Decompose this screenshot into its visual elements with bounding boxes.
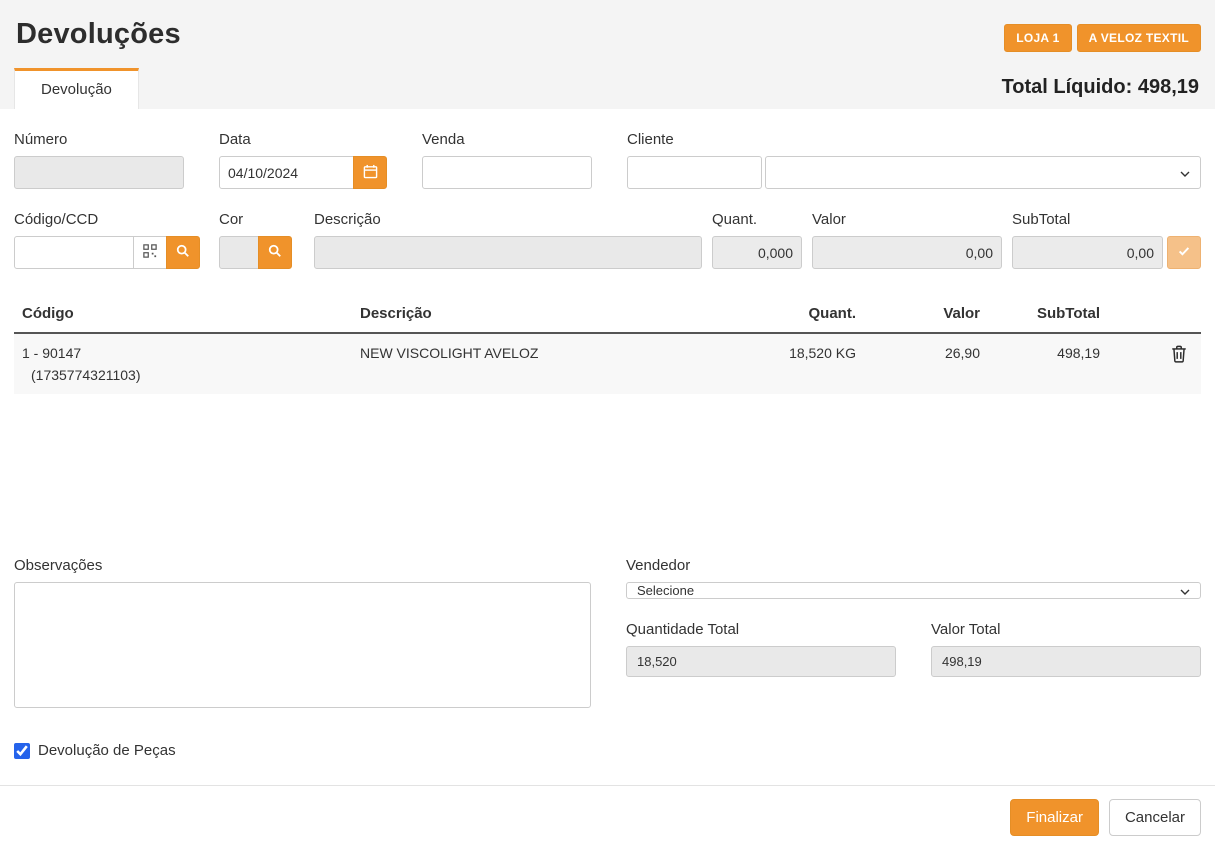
chevron-down-icon xyxy=(1180,583,1190,598)
total-liquido: Total Líquido: 498,19 xyxy=(1002,76,1201,109)
observacoes-textarea[interactable] xyxy=(14,582,591,708)
quant-label: Quant. xyxy=(712,211,802,228)
lower-section: Observações Vendedor Selecione Quantidad… xyxy=(14,557,1201,708)
valor-total-input xyxy=(931,646,1201,677)
devolucao-pecas-checkbox[interactable] xyxy=(14,743,30,759)
devolucao-pecas-label: Devolução de Peças xyxy=(38,742,176,759)
items-table: Código Descrição Quant. Valor SubTotal 1… xyxy=(14,297,1201,549)
header-buttons: LOJA 1 A VELOZ TEXTIL xyxy=(1004,18,1201,52)
data-input[interactable] xyxy=(219,156,354,189)
numero-label: Número xyxy=(14,131,184,148)
cell-descricao: NEW VISCOLIGHT AVELOZ xyxy=(352,334,752,372)
search-icon xyxy=(268,244,282,261)
cell-codigo: 1 - 90147 (1735774321103) xyxy=(14,334,352,394)
subtotal-label: SubTotal xyxy=(1012,211,1201,228)
chevron-down-icon xyxy=(1180,165,1190,180)
quantidade-total-label: Quantidade Total xyxy=(626,621,896,638)
cell-subtotal: 498,19 xyxy=(988,334,1108,372)
numero-input xyxy=(14,156,184,189)
calendar-button[interactable] xyxy=(353,156,387,189)
cliente-select[interactable] xyxy=(765,156,1201,189)
cor-label: Cor xyxy=(219,211,292,228)
footer-actions: Finalizar Cancelar xyxy=(0,785,1215,845)
trash-icon xyxy=(1171,351,1187,366)
barcode-button[interactable] xyxy=(133,236,167,269)
barcode-icon xyxy=(143,244,157,261)
venda-input[interactable] xyxy=(422,156,592,189)
vendedor-label: Vendedor xyxy=(626,557,1201,574)
vendedor-select-value: Selecione xyxy=(637,583,694,598)
main-content: Número Data xyxy=(0,131,1215,759)
page-title: Devoluções xyxy=(16,18,181,51)
cliente-input[interactable] xyxy=(627,156,762,189)
calendar-icon xyxy=(363,164,378,182)
descricao-input xyxy=(314,236,702,269)
confirm-item-button[interactable] xyxy=(1167,236,1201,269)
cancelar-button[interactable]: Cancelar xyxy=(1109,799,1201,836)
valor-label: Valor xyxy=(812,211,1002,228)
store-button[interactable]: LOJA 1 xyxy=(1004,24,1071,52)
delete-row-button[interactable] xyxy=(1171,345,1187,363)
check-icon xyxy=(1177,244,1191,261)
tab-devolucao[interactable]: Devolução xyxy=(14,68,139,109)
codigo-ccd-input[interactable] xyxy=(14,236,134,269)
cor-search-button[interactable] xyxy=(258,236,292,269)
form-row-1: Número Data xyxy=(14,131,1201,189)
top-area: Devoluções LOJA 1 A VELOZ TEXTIL Devoluç… xyxy=(0,0,1215,109)
data-label: Data xyxy=(219,131,387,148)
codigo-line2: (1735774321103) xyxy=(22,367,344,383)
codigo-ccd-label: Código/CCD xyxy=(14,211,200,228)
subtotal-input xyxy=(1012,236,1163,269)
cell-valor: 26,90 xyxy=(864,334,988,372)
search-icon xyxy=(176,244,190,261)
cliente-label: Cliente xyxy=(627,131,1201,148)
codigo-line1: 1 - 90147 xyxy=(22,345,344,361)
col-codigo: Código xyxy=(14,297,352,332)
valor-total-label: Valor Total xyxy=(931,621,1201,638)
col-valor: Valor xyxy=(864,297,988,332)
descricao-label: Descrição xyxy=(314,211,702,228)
quant-input xyxy=(712,236,802,269)
company-button[interactable]: A VELOZ TEXTIL xyxy=(1077,24,1201,52)
table-row: 1 - 90147 (1735774321103) NEW VISCOLIGHT… xyxy=(14,334,1201,394)
cor-input xyxy=(219,236,259,269)
page-header: Devoluções LOJA 1 A VELOZ TEXTIL xyxy=(14,18,1201,52)
vendedor-select[interactable]: Selecione xyxy=(626,582,1201,599)
cell-quant: 18,520 KG xyxy=(752,334,864,372)
codigo-search-button[interactable] xyxy=(166,236,200,269)
form-row-2: Código/CCD xyxy=(14,211,1201,269)
col-actions xyxy=(1108,297,1201,315)
venda-label: Venda xyxy=(422,131,592,148)
col-descricao: Descrição xyxy=(352,297,752,332)
table-header: Código Descrição Quant. Valor SubTotal xyxy=(14,297,1201,334)
finalizar-button[interactable]: Finalizar xyxy=(1010,799,1099,836)
tab-bar: Devolução Total Líquido: 498,19 xyxy=(14,68,1201,109)
observacoes-label: Observações xyxy=(14,557,591,574)
valor-input xyxy=(812,236,1002,269)
col-subtotal: SubTotal xyxy=(988,297,1108,332)
devolucao-pecas-row: Devolução de Peças xyxy=(14,742,1201,759)
quantidade-total-input xyxy=(626,646,896,677)
cell-actions xyxy=(1108,334,1201,374)
col-quant: Quant. xyxy=(752,297,864,332)
